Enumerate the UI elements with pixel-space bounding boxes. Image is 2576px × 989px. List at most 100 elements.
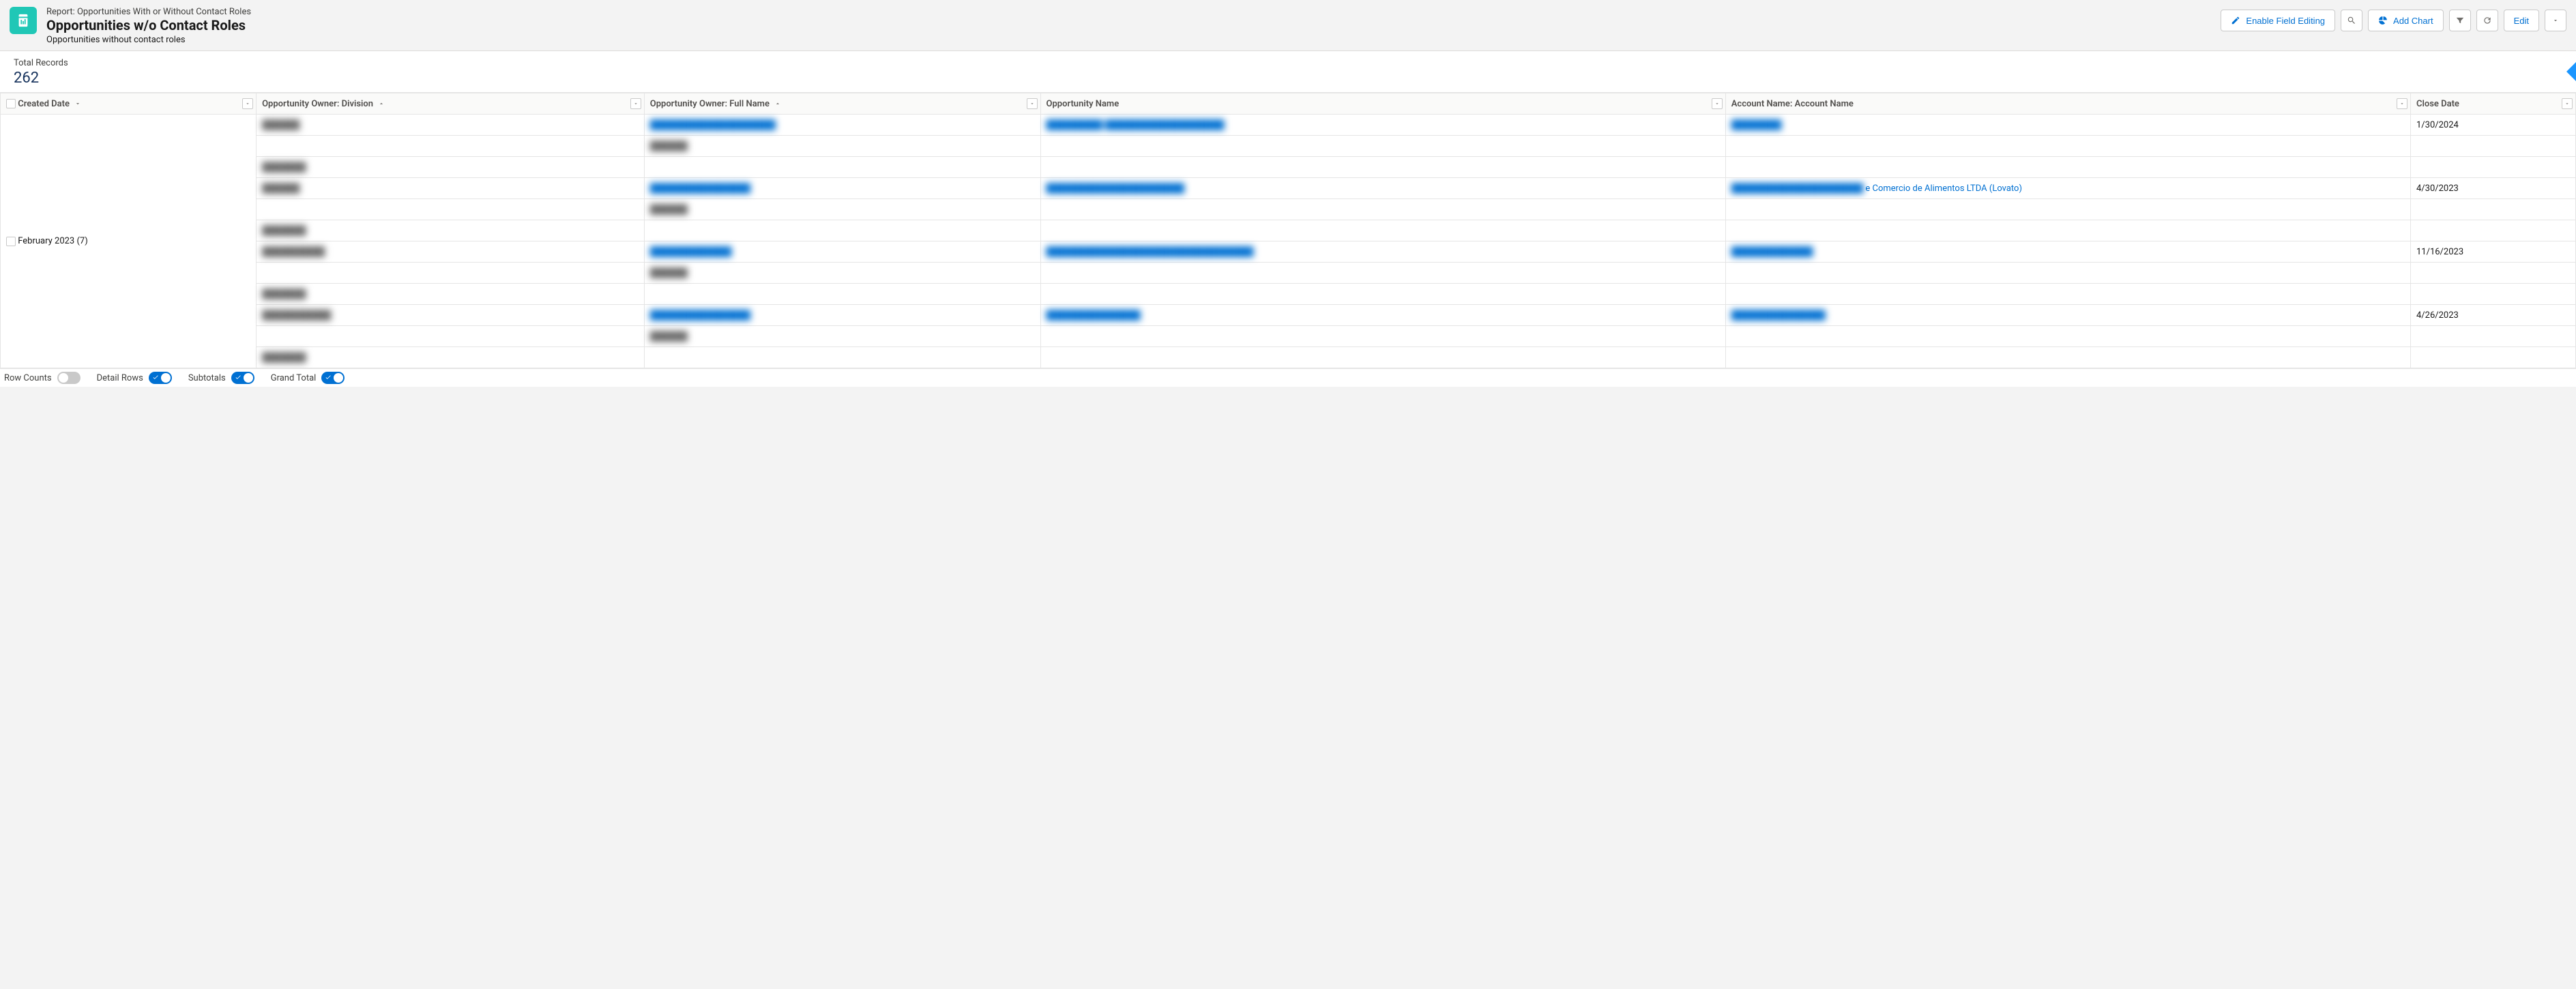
col-created-date-label: Created Date <box>18 99 70 109</box>
cell-opp-name <box>1040 263 1725 284</box>
cell-fullname[interactable]: █████████████ <box>644 241 1040 263</box>
cell-opp-name[interactable]: ██████████████████████ <box>1040 178 1725 199</box>
table-row: ███████ <box>1 220 2576 241</box>
cell-account-suffix: e Comercio de Alimentos LTDA (Lovato) <box>1863 183 2022 194</box>
cell-fullname[interactable]: ████████████████████ <box>644 115 1040 136</box>
summary-band: Total Records 262 <box>0 51 2576 93</box>
col-menu-close-date[interactable] <box>2562 98 2573 109</box>
cell-close-date <box>2410 284 2575 305</box>
table-row: ███████████ ████████████████ ███████████… <box>1 305 2576 326</box>
cell-account <box>1725 220 2410 241</box>
cell-division: ██████ <box>257 115 645 136</box>
cell-opp-name[interactable]: ███████████████ <box>1040 305 1725 326</box>
cell-division <box>257 199 645 220</box>
row-counts-toggle[interactable] <box>57 372 80 384</box>
cell-division <box>257 263 645 284</box>
cell-account <box>1725 326 2410 347</box>
col-division[interactable]: Opportunity Owner: Division <box>257 93 645 115</box>
select-all-checkbox[interactable] <box>6 99 16 108</box>
footer-bar: Row Counts Detail Rows Subtotals Grand T… <box>0 368 2576 387</box>
cell-opp-name <box>1040 157 1725 178</box>
col-menu-account[interactable] <box>2397 98 2407 109</box>
search-button[interactable] <box>2341 10 2362 31</box>
table-row: ██████ ████████████████ ████████████████… <box>1 178 2576 199</box>
sort-asc-icon <box>774 100 781 107</box>
total-records-label: Total Records <box>14 58 2562 68</box>
col-menu-created-date[interactable] <box>242 98 253 109</box>
enable-field-editing-label: Enable Field Editing <box>2246 16 2325 26</box>
col-created-date[interactable]: Created Date <box>1 93 257 115</box>
cell-account[interactable]: █████████████ <box>1725 241 2410 263</box>
cell-account <box>1725 263 2410 284</box>
col-menu-division[interactable] <box>630 98 641 109</box>
cell-account[interactable]: ████████ <box>1725 115 2410 136</box>
chart-pie-icon <box>2378 16 2388 25</box>
page-header: Report: Opportunities With or Without Co… <box>0 0 2576 51</box>
cell-opp-name[interactable]: █████████ ███████████████████ <box>1040 115 1725 136</box>
col-menu-opp-name[interactable] <box>1712 98 1723 109</box>
edit-button[interactable]: Edit <box>2504 10 2539 31</box>
cell-fullname <box>644 220 1040 241</box>
cell-close-date <box>2410 136 2575 157</box>
cell-fullname: ██████ <box>644 199 1040 220</box>
cell-opp-name <box>1040 326 1725 347</box>
subtotals-label: Subtotals <box>188 373 226 383</box>
col-division-label: Opportunity Owner: Division <box>262 99 373 109</box>
col-menu-fullname[interactable] <box>1027 98 1038 109</box>
group-checkbox[interactable] <box>6 237 16 246</box>
cell-opp-name <box>1040 284 1725 305</box>
cell-account <box>1725 157 2410 178</box>
cell-fullname <box>644 347 1040 368</box>
cell-division: ███████████ <box>257 305 645 326</box>
cell-division: ███████ <box>257 347 645 368</box>
cell-division: ███████ <box>257 157 645 178</box>
enable-field-editing-button[interactable]: Enable Field Editing <box>2221 10 2335 31</box>
cell-account[interactable]: █████████████████████ e Comercio de Alim… <box>1725 178 2410 199</box>
subtotals-toggle[interactable] <box>231 372 254 384</box>
more-actions-button[interactable] <box>2545 10 2566 31</box>
cell-opp-name <box>1040 136 1725 157</box>
search-icon <box>2347 16 2356 25</box>
cell-fullname: ██████ <box>644 263 1040 284</box>
cell-division: ██████████ <box>257 241 645 263</box>
detail-rows-label: Detail Rows <box>97 373 143 383</box>
table-row: ███████ <box>1 157 2576 178</box>
pencil-icon <box>2231 16 2240 25</box>
cell-opp-name[interactable]: █████████████████████████████████ <box>1040 241 1725 263</box>
add-chart-button[interactable]: Add Chart <box>2368 10 2444 31</box>
table-header-row: Created Date Opportunity Owner: Division… <box>1 93 2576 115</box>
cell-account <box>1725 347 2410 368</box>
grand-total-toggle[interactable] <box>321 372 345 384</box>
cell-division <box>257 326 645 347</box>
cell-close-date <box>2410 199 2575 220</box>
grand-total-label: Grand Total <box>271 373 317 383</box>
cell-account[interactable]: ███████████████ <box>1725 305 2410 326</box>
table-row: ███████ <box>1 347 2576 368</box>
refresh-button[interactable] <box>2476 10 2498 31</box>
col-opp-name[interactable]: Opportunity Name <box>1040 93 1725 115</box>
table-row: ██████ <box>1 263 2576 284</box>
col-fullname-label: Opportunity Owner: Full Name <box>650 99 770 109</box>
detail-rows-toggle[interactable] <box>149 372 172 384</box>
cell-fullname[interactable]: ████████████████ <box>644 305 1040 326</box>
cell-close-date <box>2410 263 2575 284</box>
col-account[interactable]: Account Name: Account Name <box>1725 93 2410 115</box>
cell-close-date: 11/16/2023 <box>2410 241 2575 263</box>
cell-close-date <box>2410 220 2575 241</box>
cell-division: ██████ <box>257 178 645 199</box>
filter-button[interactable] <box>2449 10 2471 31</box>
header-titles: Report: Opportunities With or Without Co… <box>46 7 251 45</box>
cell-fullname[interactable]: ████████████████ <box>644 178 1040 199</box>
cell-account-prefix: █████████████████████ <box>1731 183 1863 194</box>
cell-close-date <box>2410 326 2575 347</box>
group-label[interactable]: February 2023 <box>18 236 74 246</box>
cell-close-date <box>2410 347 2575 368</box>
table-row: ██████ <box>1 326 2576 347</box>
cell-close-date <box>2410 157 2575 178</box>
cell-close-date: 4/26/2023 <box>2410 305 2575 326</box>
col-fullname[interactable]: Opportunity Owner: Full Name <box>644 93 1040 115</box>
col-close-date[interactable]: Close Date <box>2410 93 2575 115</box>
cell-account <box>1725 136 2410 157</box>
filter-flag-icon[interactable] <box>2566 62 2576 81</box>
col-close-date-label: Close Date <box>2416 99 2459 109</box>
